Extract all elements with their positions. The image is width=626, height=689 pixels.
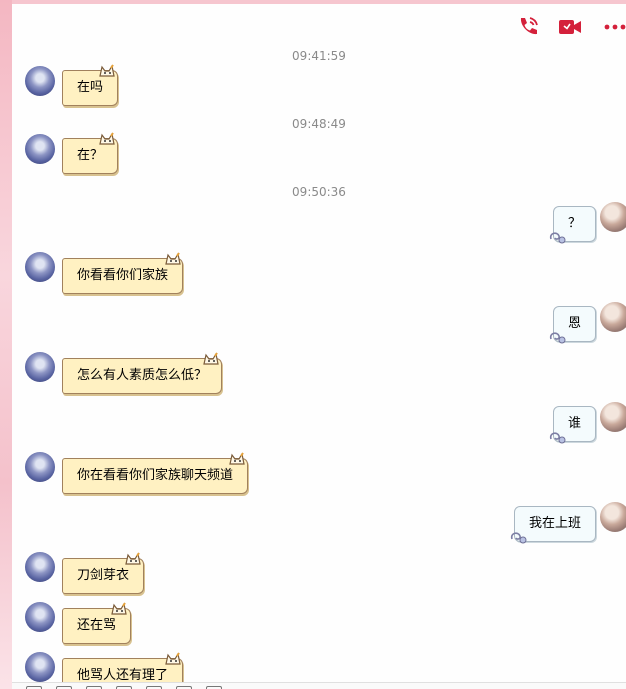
peer-avatar[interactable] <box>25 602 55 632</box>
peer-avatar[interactable] <box>25 552 55 582</box>
chat-window: 09:41:59 09:48:49 09:50:36 在吗 在？ ？ 你看看你们… <box>12 4 626 689</box>
peer-avatar[interactable] <box>25 452 55 482</box>
video-call-icon[interactable] <box>557 14 583 40</box>
cat-sticker-icon <box>99 132 115 145</box>
phone-call-icon[interactable] <box>515 14 541 40</box>
swirl-sticker-icon <box>549 432 566 444</box>
peer-avatar[interactable] <box>25 134 55 164</box>
cat-sticker-icon <box>99 64 115 77</box>
cat-sticker-icon <box>165 252 181 265</box>
message-text: 在吗 <box>77 80 104 95</box>
peer-avatar[interactable] <box>25 352 55 382</box>
message-text: 我在上班 <box>529 516 582 531</box>
message-bubble-peer: 你在看看你们家族聊天频道 <box>62 458 249 494</box>
my-avatar[interactable] <box>600 502 626 532</box>
peer-avatar[interactable] <box>25 66 55 96</box>
cat-sticker-icon <box>229 452 245 465</box>
timestamp: 09:48:49 <box>292 117 346 131</box>
chat-header <box>12 4 626 44</box>
my-avatar[interactable] <box>600 402 626 432</box>
my-avatar[interactable] <box>600 302 626 332</box>
swirl-sticker-icon <box>549 332 566 344</box>
my-avatar[interactable] <box>600 202 626 232</box>
message-text: 在？ <box>77 148 104 163</box>
timestamp: 09:41:59 <box>292 49 346 63</box>
message-text: 你看看你们家族 <box>77 268 169 283</box>
message-bubble-peer: 怎么有人素质怎么低？ <box>62 358 223 394</box>
peer-avatar[interactable] <box>25 652 55 682</box>
message-text: 刀剑芽衣 <box>77 568 130 583</box>
cat-sticker-icon <box>203 352 219 365</box>
timestamp: 09:50:36 <box>292 185 346 199</box>
input-toolbar <box>12 682 626 689</box>
cat-sticker-icon <box>111 602 127 615</box>
message-text: 谁 <box>568 416 582 431</box>
message-text: 恩 <box>568 316 582 331</box>
swirl-sticker-icon <box>549 232 566 244</box>
cat-sticker-icon <box>125 552 141 565</box>
background-strip <box>0 0 12 689</box>
message-text: 你在看看你们家族聊天频道 <box>77 468 234 483</box>
cat-sticker-icon <box>165 652 181 665</box>
message-text: 他骂人还有理了 <box>77 668 169 683</box>
peer-avatar[interactable] <box>25 252 55 282</box>
message-text: 还在骂 <box>77 618 117 633</box>
message-text: 怎么有人素质怎么低？ <box>77 368 208 383</box>
swirl-sticker-icon <box>510 532 527 544</box>
message-text: ？ <box>568 216 582 231</box>
more-icon[interactable] <box>602 14 626 40</box>
